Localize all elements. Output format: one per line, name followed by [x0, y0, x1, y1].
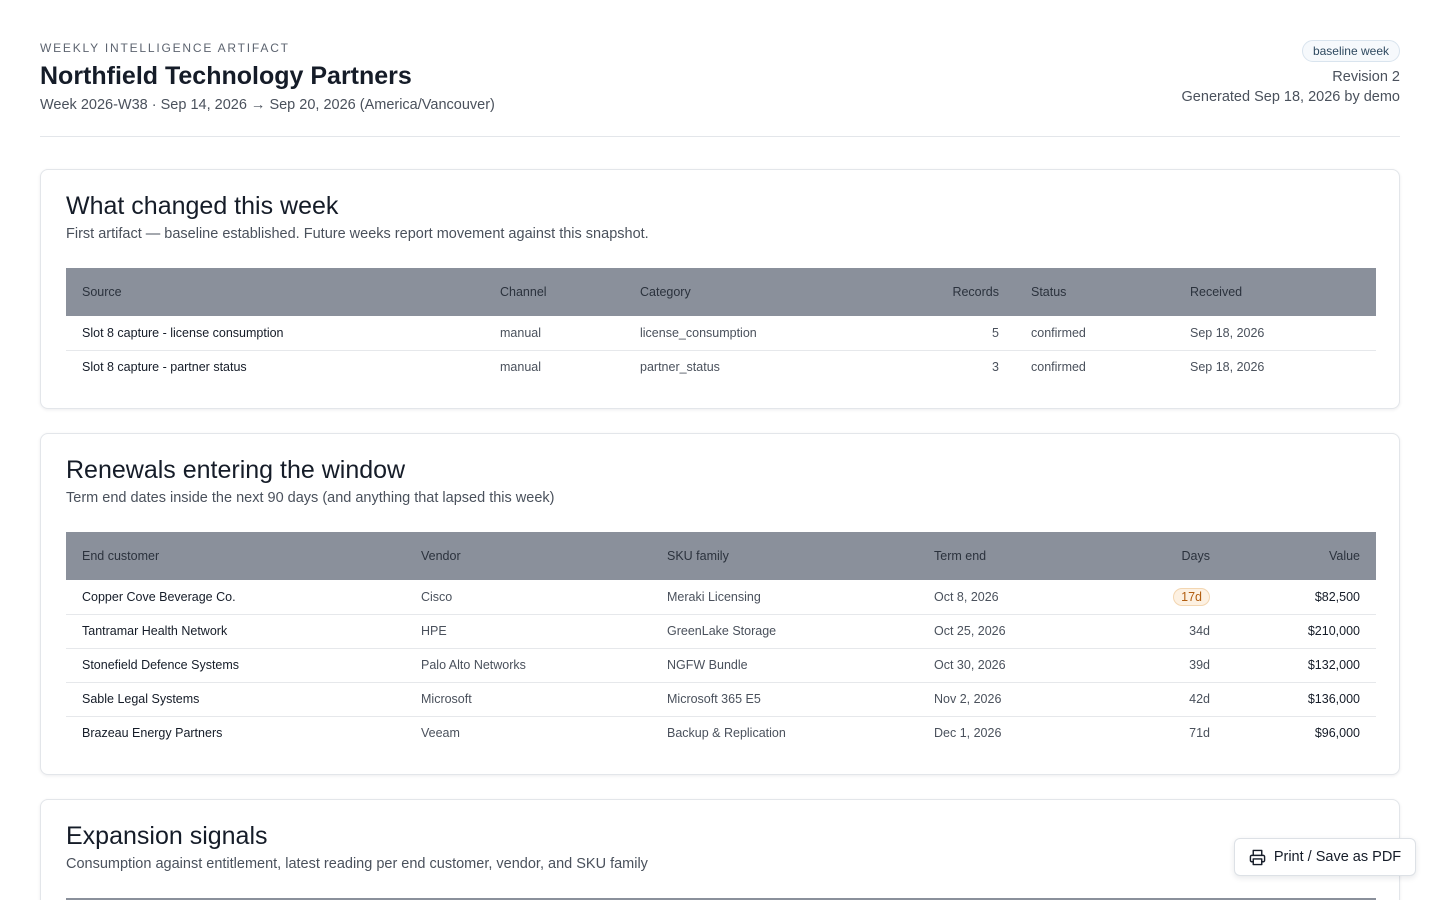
table-row: Sable Legal Systems Microsoft Microsoft …	[66, 682, 1376, 717]
records-cell: 5	[884, 316, 1015, 351]
customer-cell: Sable Legal Systems	[66, 682, 405, 717]
term-end-cell: Nov 2, 2026	[918, 682, 1108, 717]
customer-cell: Tantramar Health Network	[66, 614, 405, 649]
page-title: Northfield Technology Partners	[40, 62, 412, 90]
value-cell: $136,000	[1226, 682, 1376, 717]
report-eyebrow: WEEKLY INTELLIGENCE ARTIFACT	[40, 41, 290, 55]
column-header: Records	[952, 285, 999, 299]
column-header: Status	[1031, 285, 1067, 299]
column-header: Channel	[500, 285, 547, 299]
column-header: End customer	[82, 549, 160, 563]
days-cell: 17d	[1108, 580, 1226, 615]
term-end-cell: Dec 1, 2026	[934, 726, 1002, 741]
vendor-cell: Microsoft	[405, 682, 651, 717]
days-cell: 39d	[1108, 648, 1226, 683]
expansion-card: Expansion signals Consumption against en…	[40, 799, 1400, 900]
column-header: Source	[82, 285, 122, 299]
expansion-title: Expansion signals	[66, 822, 268, 850]
renewals-card: Renewals entering the window Term end da…	[40, 433, 1400, 775]
column-header: Received	[1190, 285, 1243, 299]
status-cell: confirmed	[1031, 360, 1086, 375]
term-end-cell: Oct 30, 2026	[918, 648, 1108, 683]
changes-table: Source Channel Category Records Status R…	[66, 268, 1376, 384]
days-cell: 34d	[1108, 614, 1226, 649]
vendor-cell: Cisco	[405, 580, 651, 615]
received-cell: Sep 18, 2026	[1174, 316, 1376, 351]
channel-cell: manual	[484, 316, 624, 351]
status-cell: confirmed	[1015, 316, 1174, 351]
table-header-row: End customer Vendor SKU family Term end …	[66, 532, 1376, 580]
vendor-cell: Veeam	[421, 726, 460, 741]
sku-cell: GreenLake Storage	[651, 614, 918, 649]
report-header: WEEKLY INTELLIGENCE ARTIFACT Northfield …	[40, 0, 1400, 137]
table-row: Brazeau Energy Partners Veeam Backup & R…	[66, 716, 1376, 750]
column-header: Value	[1328, 549, 1360, 563]
sku-cell: NGFW Bundle	[651, 648, 918, 683]
status-badge: baseline week	[1301, 40, 1400, 62]
value-cell: $82,500	[1226, 580, 1376, 615]
term-end-cell: Oct 25, 2026	[918, 614, 1108, 649]
days-badge: 17d	[1173, 587, 1210, 606]
category-cell: partner_status	[640, 360, 720, 375]
days-cell: 42d	[1108, 682, 1226, 717]
report-meta: baseline week Revision 2 Generated Sep 1…	[1182, 40, 1400, 107]
received-cell: Sep 18, 2026	[1190, 360, 1265, 375]
column-header: Days	[1181, 549, 1210, 563]
changes-subtitle: First artifact — baseline established. F…	[66, 226, 649, 242]
changes-title: What changed this week	[66, 192, 339, 220]
table-row: Copper Cove Beverage Co. Cisco Meraki Li…	[66, 580, 1376, 615]
category-cell: license_consumption	[624, 316, 884, 351]
value-cell: $132,000	[1226, 648, 1376, 683]
renewals-title: Renewals entering the window	[66, 456, 406, 484]
column-header: Vendor	[421, 549, 461, 563]
table-row: Slot 8 capture - partner status manual p…	[66, 350, 1376, 384]
customer-cell: Copper Cove Beverage Co.	[66, 580, 405, 615]
print-button[interactable]: Print / Save as PDF	[1234, 838, 1416, 876]
table-row: Slot 8 capture - license consumption man…	[66, 316, 1376, 351]
changes-card: What changed this week First artifact — …	[40, 169, 1400, 409]
renewals-table: End customer Vendor SKU family Term end …	[66, 532, 1376, 750]
value-cell: $96,000	[1314, 726, 1360, 741]
table-row: Tantramar Health Network HPE GreenLake S…	[66, 614, 1376, 649]
vendor-cell: Palo Alto Networks	[405, 648, 651, 683]
table-header-row: Source Channel Category Records Status R…	[66, 268, 1376, 316]
records-cell: 3	[992, 360, 999, 375]
customer-cell: Brazeau Energy Partners	[82, 726, 223, 741]
source-cell: Slot 8 capture - license consumption	[66, 316, 484, 351]
sku-cell: Backup & Replication	[667, 726, 786, 741]
column-header: Term end	[934, 549, 987, 563]
column-header: Category	[640, 285, 691, 299]
customer-cell: Stonefield Defence Systems	[66, 648, 405, 683]
column-header: SKU family	[667, 549, 729, 563]
expansion-subtitle: Consumption against entitlement, latest …	[66, 856, 648, 872]
table-row: Stonefield Defence Systems Palo Alto Net…	[66, 648, 1376, 683]
channel-cell: manual	[500, 360, 541, 375]
value-cell: $210,000	[1226, 614, 1376, 649]
week-range: Week 2026-W38 · Sep 14, 2026 → Sep 20, 2…	[40, 97, 495, 113]
sku-cell: Meraki Licensing	[651, 580, 918, 615]
generated-label: Generated Sep 18, 2026 by demo	[1181, 89, 1400, 105]
vendor-cell: HPE	[405, 614, 651, 649]
sku-cell: Microsoft 365 E5	[651, 682, 918, 717]
print-button-label: Print / Save as PDF	[1273, 849, 1402, 865]
term-end-cell: Oct 8, 2026	[918, 580, 1108, 615]
renewals-subtitle: Term end dates inside the next 90 days (…	[66, 490, 555, 506]
source-cell: Slot 8 capture - partner status	[82, 360, 247, 375]
printer-icon	[1249, 849, 1266, 865]
revision-label: Revision 2	[1332, 69, 1400, 85]
days-cell: 71d	[1189, 726, 1210, 741]
